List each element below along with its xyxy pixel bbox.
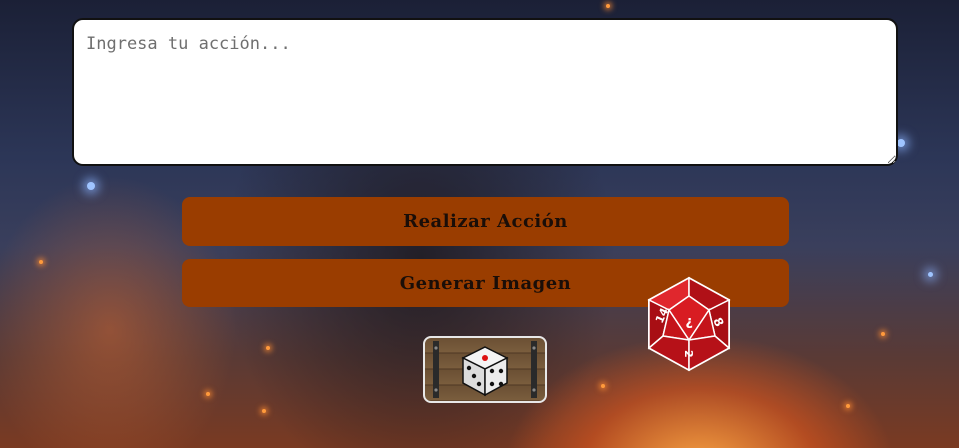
- d20-face-label: 2: [682, 350, 695, 358]
- ember-particle: [881, 332, 885, 336]
- ember-particle: [206, 392, 210, 396]
- d20-dice-button[interactable]: 14 8 ? 2: [645, 276, 733, 372]
- ember-particle: [846, 404, 850, 408]
- dice-chest-icon: [433, 341, 537, 398]
- ember-particle: [262, 409, 266, 413]
- ember-particle: [266, 346, 270, 350]
- ember-particle: [606, 4, 610, 8]
- d20-face-label: ?: [685, 314, 693, 329]
- light-orb: [928, 272, 933, 277]
- roll-dice-button[interactable]: [423, 336, 547, 403]
- action-input[interactable]: [72, 18, 898, 166]
- ember-particle: [601, 384, 605, 388]
- light-orb: [87, 182, 95, 190]
- ember-particle: [39, 260, 43, 264]
- perform-action-button[interactable]: Realizar Acción: [182, 197, 789, 246]
- d20-icon: 14 8 ? 2: [647, 276, 731, 372]
- light-orb: [897, 139, 905, 147]
